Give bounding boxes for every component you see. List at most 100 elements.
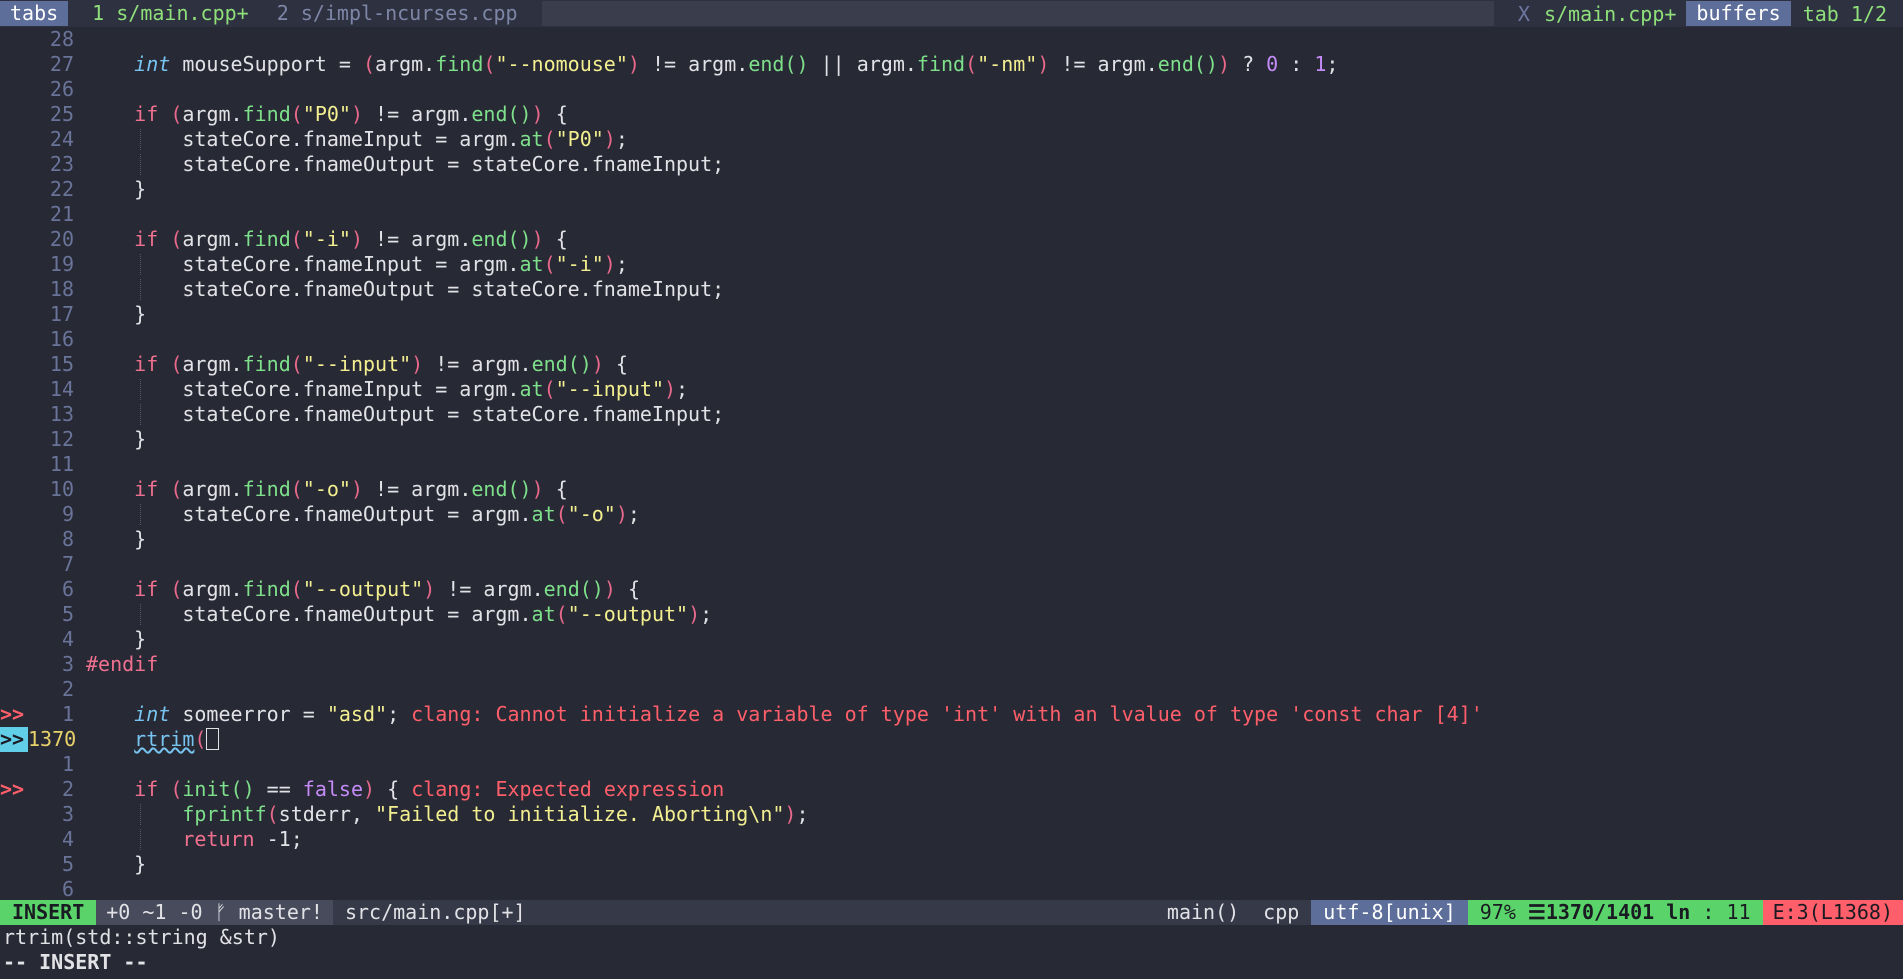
code-line[interactable]: 23 stateCore.fnameOutput = stateCore.fna…: [0, 152, 1903, 177]
code-text[interactable]: int someerror = "asd"; clang: Cannot ini…: [86, 702, 1483, 727]
code-line[interactable]: 1: [0, 752, 1903, 777]
code-text[interactable]: stateCore.fnameOutput = stateCore.fnameI…: [86, 152, 724, 177]
tab-impl-ncurses[interactable]: 2 s/impl-ncurses.cpp: [263, 1, 532, 26]
code-line[interactable]: 3 #endif: [0, 652, 1903, 677]
code-line[interactable]: 17 }: [0, 302, 1903, 327]
code-text[interactable]: stateCore.fnameInput = argm.at("--input"…: [86, 377, 688, 402]
code-text[interactable]: #endif: [86, 652, 158, 677]
tabs-label: tabs: [0, 1, 69, 26]
line-number: 6: [61, 577, 74, 601]
line-number: 12: [49, 427, 74, 451]
code-line[interactable]: 2: [0, 677, 1903, 702]
close-tab-button[interactable]: X: [1504, 2, 1544, 26]
code-line[interactable]: 28: [0, 27, 1903, 52]
line-number: 2: [61, 777, 74, 801]
code-line[interactable]: 5 stateCore.fnameOutput = argm.at("--out…: [0, 602, 1903, 627]
code-line[interactable]: 14 stateCore.fnameInput = argm.at("--inp…: [0, 377, 1903, 402]
buffers-label: buffers: [1686, 1, 1791, 26]
code-text[interactable]: }: [86, 627, 146, 652]
code-text[interactable]: if (argm.find("--output") != argm.end())…: [86, 577, 640, 602]
code-text[interactable]: if (argm.find("-o") != argm.end()) {: [86, 477, 568, 502]
line-number: 6: [61, 877, 74, 901]
code-text[interactable]: if (argm.find("-i") != argm.end()) {: [86, 227, 568, 252]
tab-main-cpp[interactable]: 1 s/main.cpp+: [68, 1, 263, 26]
line-number: 8: [61, 527, 74, 551]
code-line[interactable]: 22 }: [0, 177, 1903, 202]
code-line[interactable]: 20 if (argm.find("-i") != argm.end()) {: [0, 227, 1903, 252]
tabline: tabs 1 s/main.cpp+ 2 s/impl-ncurses.cpp …: [0, 0, 1903, 27]
code-text[interactable]: fprintf(stderr, "Failed to initialize. A…: [86, 802, 808, 827]
code-text[interactable]: stateCore.fnameInput = argm.at("-i");: [86, 252, 628, 277]
code-line[interactable]: 13 stateCore.fnameOutput = stateCore.fna…: [0, 402, 1903, 427]
code-line[interactable]: 6: [0, 877, 1903, 902]
code-text[interactable]: rtrim(: [86, 727, 220, 752]
current-buffer-name: s/main.cpp+: [1543, 1, 1677, 26]
code-line[interactable]: 16: [0, 327, 1903, 352]
error-sign-current: >>: [0, 727, 28, 752]
code-line[interactable]: 15 if (argm.find("--input") != argm.end(…: [0, 352, 1903, 377]
line-number: 2: [61, 677, 74, 701]
code-line[interactable]: 24 stateCore.fnameInput = argm.at("P0");: [0, 127, 1903, 152]
code-line[interactable]: 19 stateCore.fnameInput = argm.at("-i");: [0, 252, 1903, 277]
line-number: 7: [61, 552, 74, 576]
editor-pane[interactable]: 28 27 int mouseSupport = (argm.find("--n…: [0, 27, 1903, 902]
code-line[interactable]: 12 }: [0, 427, 1903, 452]
code-line[interactable]: 5 }: [0, 852, 1903, 877]
line-number: 15: [49, 352, 74, 376]
line-number: 1: [61, 752, 74, 776]
line-number: 4: [61, 627, 74, 651]
code-text[interactable]: int mouseSupport = (argm.find("--nomouse…: [86, 52, 1338, 77]
current-function: main(): [1166, 900, 1240, 924]
line-number: 24: [49, 127, 74, 151]
code-line[interactable]: 11: [0, 452, 1903, 477]
code-text[interactable]: stateCore.fnameInput = argm.at("P0");: [86, 127, 628, 152]
code-line-current[interactable]: >> 1370 rtrim(: [0, 727, 1903, 752]
line-number: 4: [61, 827, 74, 851]
mode-indicator: INSERT: [0, 900, 97, 925]
line-number: 13: [49, 402, 74, 426]
code-line[interactable]: 4 }: [0, 627, 1903, 652]
code-text[interactable]: stateCore.fnameOutput = argm.at("--outpu…: [86, 602, 712, 627]
code-text[interactable]: }: [86, 527, 146, 552]
code-text[interactable]: }: [86, 177, 146, 202]
code-line[interactable]: 10 if (argm.find("-o") != argm.end()) {: [0, 477, 1903, 502]
code-line[interactable]: 21: [0, 202, 1903, 227]
code-text[interactable]: if (argm.find("P0") != argm.end()) {: [86, 102, 568, 127]
error-sign: >>: [0, 702, 25, 726]
diagnostic-message: clang: Expected expression: [411, 777, 725, 801]
filetype: cpp: [1263, 900, 1300, 924]
code-text[interactable]: if (init() == false) { clang: Expected e…: [86, 777, 724, 802]
code-text[interactable]: stateCore.fnameOutput = argm.at("-o");: [86, 502, 640, 527]
code-line[interactable]: 9 stateCore.fnameOutput = argm.at("-o");: [0, 502, 1903, 527]
code-line[interactable]: 6 if (argm.find("--output") != argm.end(…: [0, 577, 1903, 602]
code-line[interactable]: 26: [0, 77, 1903, 102]
code-line[interactable]: 3 fprintf(stderr, "Failed to initialize.…: [0, 802, 1903, 827]
file-name: src/main.cpp[+]: [344, 900, 526, 924]
line-number: 10: [49, 477, 74, 501]
code-text[interactable]: }: [86, 302, 146, 327]
line-number: 28: [49, 27, 74, 51]
code-line-error[interactable]: >> 2 if (init() == false) { clang: Expect…: [0, 777, 1903, 802]
diagnostic-message: clang: Cannot initialize a variable of t…: [411, 702, 1483, 726]
code-line[interactable]: 27 int mouseSupport = (argm.find("--nomo…: [0, 52, 1903, 77]
code-line[interactable]: 4 return -1;: [0, 827, 1903, 852]
code-text[interactable]: }: [86, 852, 146, 877]
code-text[interactable]: if (argm.find("--input") != argm.end()) …: [86, 352, 628, 377]
line-number: 3: [61, 652, 74, 676]
code-text[interactable]: stateCore.fnameOutput = stateCore.fnameI…: [86, 402, 724, 427]
line-number: 18: [49, 277, 74, 301]
code-line[interactable]: 7: [0, 552, 1903, 577]
code-text[interactable]: return -1;: [86, 827, 302, 852]
line-number: 19: [49, 252, 74, 276]
line-number: 1: [61, 702, 74, 726]
code-text[interactable]: stateCore.fnameOutput = stateCore.fnameI…: [86, 277, 724, 302]
code-line[interactable]: 18 stateCore.fnameOutput = stateCore.fna…: [0, 277, 1903, 302]
code-text[interactable]: }: [86, 427, 146, 452]
line-number: 16: [49, 327, 74, 351]
code-line[interactable]: 8 }: [0, 527, 1903, 552]
code-line[interactable]: 25 if (argm.find("P0") != argm.end()) {: [0, 102, 1903, 127]
code-line-error[interactable]: >> 1 int someerror = "asd"; clang: Cannot…: [0, 702, 1903, 727]
line-number: 9: [61, 502, 74, 526]
file-encoding: utf-8[unix]: [1311, 900, 1468, 925]
mode-message: -- INSERT --: [3, 950, 148, 974]
